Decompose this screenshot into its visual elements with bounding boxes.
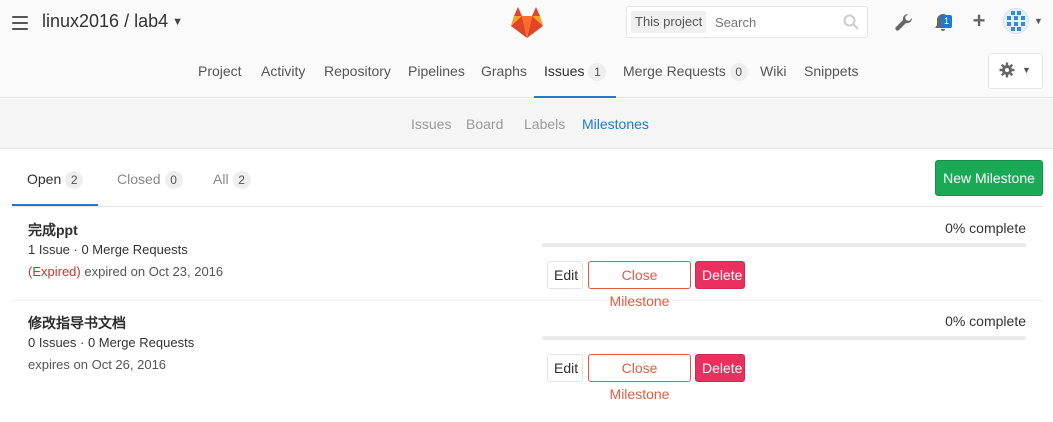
- project-nav: Project Activity Repository Pipelines Gr…: [0, 54, 1053, 98]
- milestone-date-text: expired on Oct 23, 2016: [84, 264, 224, 279]
- expired-tag: (Expired): [28, 264, 81, 279]
- nav-graphs[interactable]: Graphs: [481, 54, 527, 98]
- gear-icon: [999, 62, 1015, 78]
- milestone-row: 完成ppt 1 Issue · 0 Merge Requests (Expire…: [12, 208, 1043, 309]
- nav-project[interactable]: Project: [198, 54, 242, 98]
- top-header: linux2016 / lab4▼ This project 1 + ▼ Pr: [0, 0, 1053, 98]
- edit-button[interactable]: Edit: [547, 261, 583, 289]
- nav-snippets[interactable]: Snippets: [804, 54, 858, 98]
- tab-all-label: All: [213, 171, 229, 187]
- nav-merge-requests-count: 0: [729, 63, 748, 81]
- delete-button[interactable]: Delete: [695, 261, 745, 289]
- search-scope-label: This project: [631, 11, 707, 33]
- nav-issues-label: Issues: [544, 63, 585, 79]
- subnav-board[interactable]: Board: [466, 99, 503, 149]
- tab-all[interactable]: All 2: [213, 150, 251, 206]
- milestone-title[interactable]: 完成ppt: [28, 220, 78, 240]
- subnav-issues[interactable]: Issues: [411, 99, 451, 149]
- avatar-chevron-down-icon[interactable]: ▼: [1034, 16, 1043, 26]
- gitlab-logo[interactable]: [508, 5, 546, 39]
- plus-icon[interactable]: +: [968, 10, 990, 33]
- search-icon: [843, 14, 859, 30]
- issues-subnav: Issues Board Labels Milestones: [0, 99, 1053, 149]
- milestone-date: (Expired) expired on Oct 23, 2016: [28, 264, 223, 279]
- nav-repository[interactable]: Repository: [324, 54, 391, 98]
- milestone-progress-bar: [542, 243, 1026, 247]
- nav-merge-requests-label: Merge Requests: [623, 63, 726, 79]
- chevron-down-icon: ▼: [1022, 65, 1031, 75]
- nav-issues-count: 1: [588, 63, 607, 81]
- milestone-counts: 0 Issues · 0 Merge Requests: [28, 335, 195, 350]
- nav-activity[interactable]: Activity: [261, 54, 305, 98]
- hamburger-icon[interactable]: [12, 16, 28, 30]
- milestone-title[interactable]: 修改指导书文档: [28, 313, 126, 333]
- milestone-progress-bar: [542, 336, 1026, 340]
- milestone-counts: 1 Issue · 0 Merge Requests: [28, 242, 188, 257]
- milestone-complete-text: 0% complete: [945, 220, 1026, 236]
- tab-open-count: 2: [65, 171, 84, 189]
- tab-open-label: Open: [27, 171, 62, 187]
- tab-open[interactable]: Open 2: [12, 150, 99, 206]
- search-input[interactable]: [715, 7, 845, 37]
- milestone-state-tabs: Open 2 Closed 0 All 2: [12, 150, 1043, 207]
- tab-closed-label: Closed: [117, 171, 161, 187]
- nav-pipelines[interactable]: Pipelines: [408, 54, 465, 98]
- subnav-milestones[interactable]: Milestones: [582, 99, 649, 149]
- new-milestone-button[interactable]: New Milestone: [935, 160, 1043, 196]
- project-breadcrumb[interactable]: linux2016 / lab4 ▼: [42, 11, 183, 32]
- close-milestone-button[interactable]: Close Milestone: [588, 261, 691, 309]
- tab-closed-count: 0: [164, 171, 183, 189]
- milestone-row: 修改指导书文档 0 Issues · 0 Merge Requests expi…: [12, 301, 1043, 402]
- tab-closed[interactable]: Closed 0: [117, 150, 183, 206]
- project-path[interactable]: linux2016 / lab4: [42, 11, 168, 31]
- tab-all-count: 2: [232, 171, 251, 189]
- subnav-labels[interactable]: Labels: [524, 99, 565, 149]
- edit-button[interactable]: Edit: [547, 354, 583, 382]
- notification-badge: 1: [941, 15, 952, 28]
- delete-button[interactable]: Delete: [695, 354, 745, 382]
- nav-issues[interactable]: Issues 1: [534, 54, 617, 98]
- user-avatar[interactable]: [1003, 8, 1029, 34]
- search-box[interactable]: This project: [626, 6, 868, 38]
- milestone-date-text: expires on Oct 26, 2016: [28, 357, 167, 372]
- wrench-icon[interactable]: [893, 11, 915, 33]
- milestone-complete-text: 0% complete: [945, 313, 1026, 329]
- close-milestone-button[interactable]: Close Milestone: [588, 354, 691, 402]
- nav-merge-requests[interactable]: Merge Requests 0: [623, 54, 748, 98]
- chevron-down-icon[interactable]: ▼: [172, 16, 183, 28]
- nav-wiki[interactable]: Wiki: [760, 54, 786, 98]
- settings-dropdown-button[interactable]: ▼: [988, 53, 1043, 89]
